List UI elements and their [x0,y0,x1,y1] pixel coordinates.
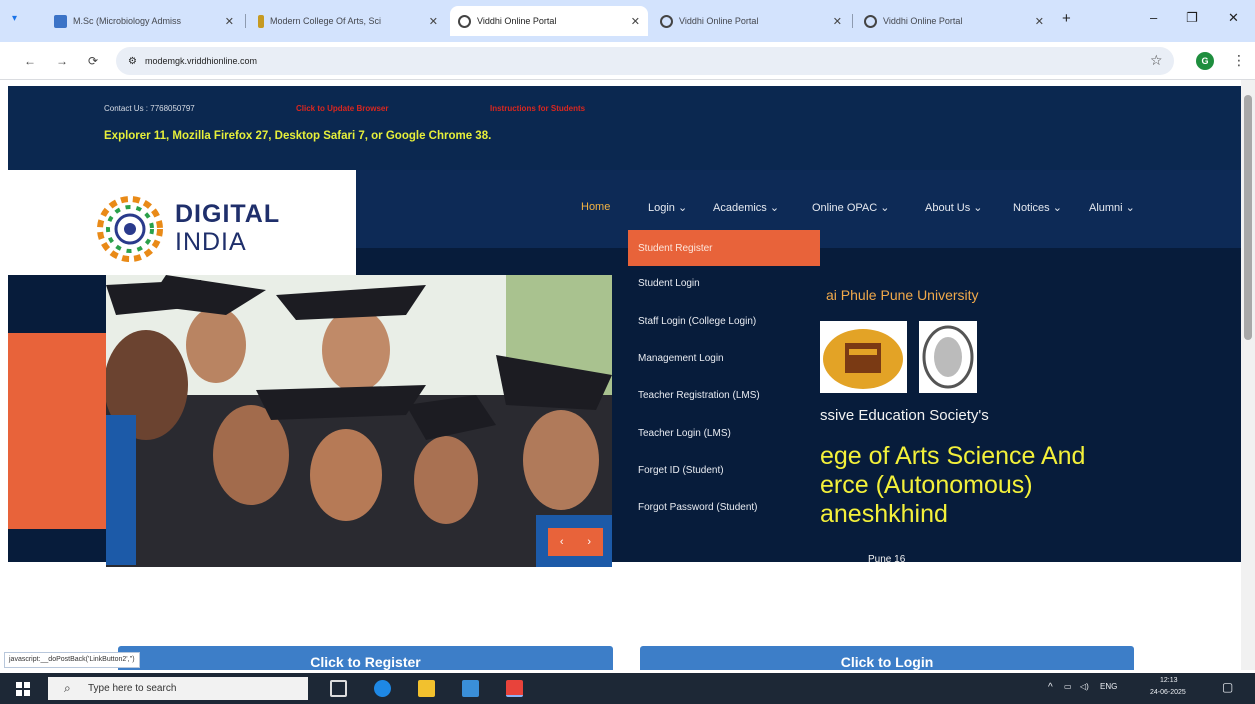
forward-icon[interactable]: → [56,54,68,68]
close-tab-icon[interactable]: ✕ [1035,15,1044,28]
digital-india-emblem-icon [97,196,163,262]
nav-login[interactable]: Login ⌄ [648,201,687,214]
browser-tab-1[interactable]: M.Sc (Microbiology Admiss ✕ [46,6,242,36]
university-emblem [819,321,907,393]
society-seal-icon [922,325,974,389]
top-info-band: Contact Us : 7768050797 Click to Update … [8,86,1241,170]
society-name: ssive Education Society's [820,407,989,424]
logo-text-digital: DIGITAL [175,200,281,228]
dropdown-forgot-password[interactable]: Forgot Password (Student) [638,502,758,513]
globe-icon [660,14,673,28]
reload-icon[interactable]: ⟳ [88,54,98,68]
update-browser-link[interactable]: Click to Update Browser [296,104,388,113]
nav-alumni[interactable]: Alumni ⌄ [1089,201,1135,214]
maximize-button[interactable]: ❐ [1186,10,1198,26]
url-text: modemgk.vriddhionline.com [144,56,258,66]
slider-next-button[interactable]: › [587,536,591,548]
globe-icon [458,14,471,28]
click-to-login-button[interactable]: Click to Login [640,646,1134,670]
web-page: Contact Us : 7768050797 Click to Update … [0,80,1241,670]
instructions-link[interactable]: Instructions for Students [490,104,585,113]
tab-title: Viddhi Online Portal [679,16,759,26]
new-tab-button[interactable]: + [1062,10,1071,27]
college-favicon-icon [258,14,264,28]
college-location: Pune 16 [868,554,906,565]
browser-notice-marquee: Explorer 11, Mozilla Firefox 27, Desktop… [104,130,492,142]
slider-controls: ‹ › [548,528,603,556]
task-view-icon[interactable] [330,680,347,697]
bookmark-star-icon[interactable]: ☆ [1150,52,1163,69]
tab-title: Viddhi Online Portal [883,16,963,26]
dropdown-teacher-login[interactable]: Teacher Login (LMS) [638,428,731,439]
close-tab-icon[interactable]: ✕ [631,15,640,28]
tab-separator [245,14,246,28]
taskbar-search-box[interactable]: ⌕ Type here to search [48,677,308,700]
graduates-photo [106,275,612,567]
search-icon: ⌕ [64,681,71,695]
minimize-button[interactable]: – [1150,10,1157,25]
nav-academics[interactable]: Academics ⌄ [713,201,779,214]
document-icon [54,14,67,28]
nav-notices[interactable]: Notices ⌄ [1013,201,1062,214]
status-bar-url: javascript:__doPostBack('LinkButton2',''… [4,652,140,668]
search-placeholder: Type here to search [88,683,177,694]
dropdown-staff-login[interactable]: Staff Login (College Login) [638,316,756,327]
college-name: ege of Arts Science And erce (Autonomous… [820,442,1086,528]
dropdown-student-register[interactable]: Student Register [628,230,820,266]
slider-prev-button[interactable]: ‹ [560,536,564,548]
contact-text: Contact Us : 7768050797 [104,104,195,113]
close-tab-icon[interactable]: ✕ [833,15,842,28]
clock-date[interactable]: 24-06-2025 [1150,689,1186,696]
graduates-slider-image [106,275,612,567]
browser-tab-4[interactable]: Viddhi Online Portal ✕ [652,6,850,36]
url-field[interactable]: ⚙ modemgk.vriddhionline.com [116,47,1174,75]
nav-about-us[interactable]: About Us ⌄ [925,201,983,214]
tab-search-icon[interactable]: ▾ [12,13,17,24]
close-window-button[interactable]: ✕ [1228,10,1239,26]
tab-title: Viddhi Online Portal [477,16,557,26]
windows-start-icon[interactable] [16,682,30,696]
notification-icon[interactable]: ▢ [1222,680,1233,694]
dropdown-student-login[interactable]: Student Login [638,278,700,289]
more-menu-icon[interactable]: ⋮ [1232,52,1246,69]
society-emblem [919,321,977,393]
close-tab-icon[interactable]: ✕ [429,15,438,28]
university-name: ai Phule Pune University [826,287,979,303]
site-info-icon[interactable]: ⚙ [128,56,137,67]
language-indicator[interactable]: ENG [1100,682,1117,691]
click-to-register-button[interactable]: Click to Register [118,646,613,670]
dropdown-forget-id[interactable]: Forget ID (Student) [638,465,724,476]
tab-title: M.Sc (Microbiology Admiss [73,16,182,26]
network-icon[interactable]: ▭ [1064,682,1072,691]
address-bar-row: ← → ⟳ ⚙ modemgk.vriddhionline.com ☆ G ⋮ [0,42,1255,80]
login-dropdown-menu: Student Register Student Login Staff Log… [628,230,820,526]
nav-online-opac[interactable]: Online OPAC ⌄ [812,201,889,214]
dropdown-teacher-registration[interactable]: Teacher Registration (LMS) [638,390,760,401]
file-explorer-icon[interactable] [418,680,435,697]
browser-tab-bar: ▾ M.Sc (Microbiology Admiss ✕ Modern Col… [0,0,1255,42]
orange-accent-block [8,333,106,529]
volume-icon[interactable]: ◁) [1080,682,1089,691]
logo-text-india: INDIA [175,228,247,256]
globe-icon [864,14,877,28]
dropdown-management-login[interactable]: Management Login [638,353,724,364]
scrollbar-thumb[interactable] [1244,95,1252,340]
tray-chevron-icon[interactable]: ^ [1048,682,1053,693]
store-icon[interactable] [462,680,479,697]
nav-home[interactable]: Home [581,201,610,213]
back-icon[interactable]: ← [24,54,36,68]
dropdown-item-label: Student Register [638,242,713,254]
browser-tab-3-active[interactable]: Viddhi Online Portal ✕ [450,6,648,36]
tab-title: Modern College Of Arts, Sci [270,16,382,26]
close-tab-icon[interactable]: ✕ [225,15,234,28]
chrome-icon[interactable] [506,680,523,697]
university-seal-icon [823,329,903,389]
browser-tab-5[interactable]: Viddhi Online Portal ✕ [856,6,1052,36]
windows-taskbar: ⌕ Type here to search ^ ▭ ◁) ENG 12:13 2… [0,673,1255,704]
edge-browser-icon[interactable] [374,680,391,697]
clock-time[interactable]: 12:13 [1160,677,1178,684]
profile-avatar[interactable]: G [1196,52,1214,70]
tab-separator [852,14,853,28]
browser-tab-2[interactable]: Modern College Of Arts, Sci ✕ [250,6,446,36]
